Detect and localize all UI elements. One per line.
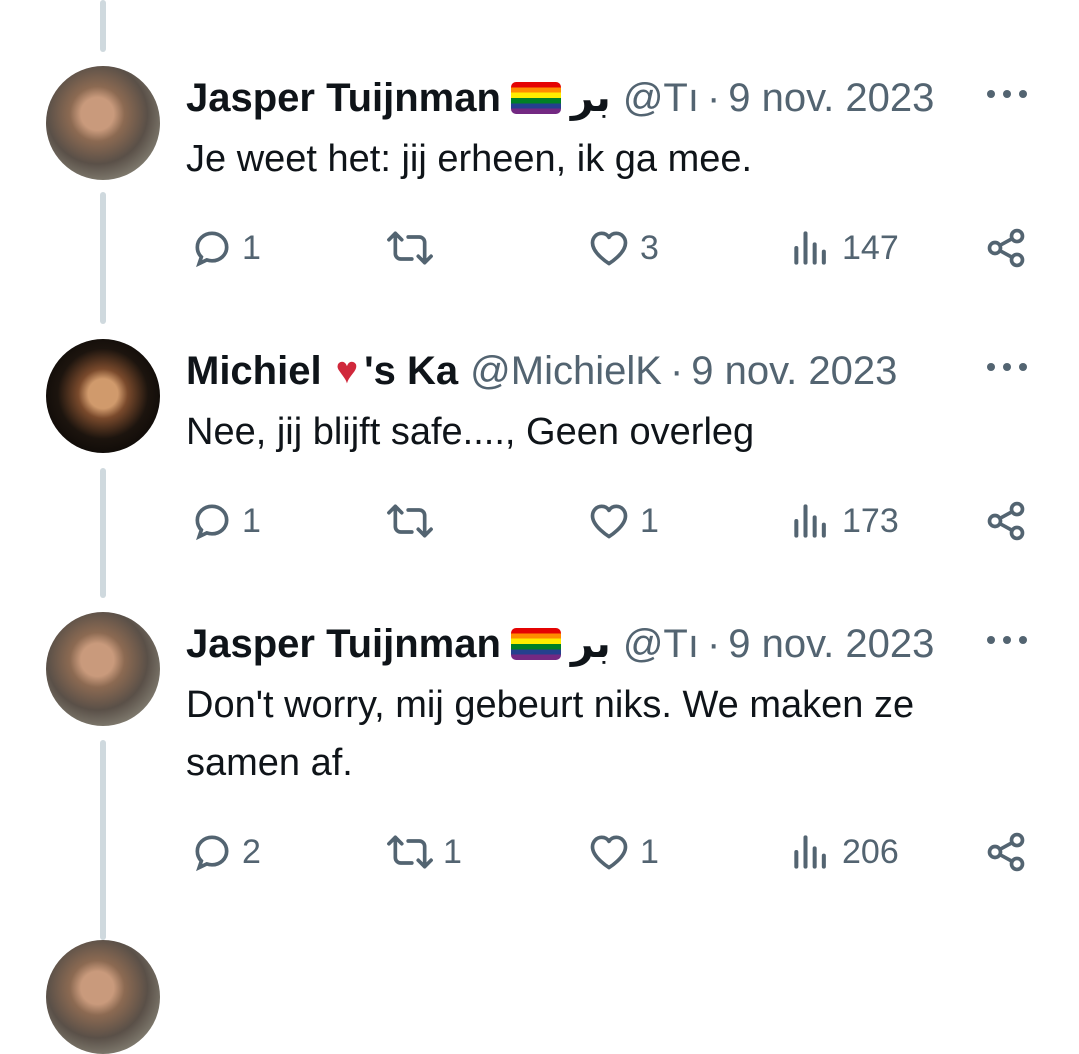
tweet-date[interactable]: 9 nov. 2023 [728, 622, 934, 667]
like-count: 1 [640, 501, 659, 540]
share-button[interactable] [984, 822, 1028, 882]
rainbow-flag-icon [510, 628, 561, 660]
tweet-text: Nee, jij blijft safe...., Geen overleg [186, 411, 755, 453]
tweet[interactable]: Michiel ♥ 's Ka @MichielK · 9 nov. 2023 … [0, 339, 1079, 579]
avatar[interactable] [46, 339, 160, 453]
retweet-button[interactable] [385, 491, 443, 551]
tweet-date[interactable]: 9 nov. 2023 [728, 76, 934, 121]
reply-count: 1 [242, 228, 261, 267]
view-count: 206 [842, 832, 899, 871]
avatar[interactable] [46, 612, 160, 726]
heart-outline-icon [590, 504, 628, 539]
author-name[interactable]: Jasper Tuijnman [186, 622, 501, 667]
like-count: 3 [640, 228, 659, 267]
share-icon [987, 228, 1025, 268]
reply-button[interactable]: 1 [190, 491, 261, 551]
author-name-extra: بر [570, 622, 611, 666]
like-button[interactable]: 3 [586, 218, 659, 278]
tweet-actions: 1 1 173 [0, 491, 1079, 551]
retweet-button[interactable] [385, 218, 443, 278]
tweet-header: Jasper Tuijnman بر @Tı · 9 nov. 2023 [186, 70, 1019, 126]
retweet-icon [387, 835, 433, 869]
reply-icon [195, 231, 229, 268]
reply-icon [195, 835, 229, 872]
author-name-extra: بر [570, 76, 611, 120]
tweet-actions: 1 3 147 [0, 218, 1079, 278]
tweet[interactable]: Jasper Tuijnman بر @Tı · 9 nov. 2023 Je … [0, 66, 1079, 306]
tweet-date[interactable]: 9 nov. 2023 [691, 349, 897, 394]
author-name-extra: 's Ka [364, 348, 459, 393]
tweet-text: Don't worry, mij gebeurt niks. We maken … [186, 684, 915, 784]
like-button[interactable]: 1 [586, 491, 659, 551]
tweet-header: Michiel ♥ 's Ka @MichielK · 9 nov. 2023 [186, 343, 1019, 399]
thread-line [100, 0, 106, 52]
more-options-icon[interactable] [987, 84, 1027, 104]
retweet-count: 1 [443, 832, 462, 871]
tweet-actions: 2 1 1 206 [0, 822, 1079, 882]
views-chart-icon [794, 835, 826, 869]
reply-count: 1 [242, 501, 261, 540]
reply-icon [195, 504, 229, 541]
more-options-icon[interactable] [987, 630, 1027, 650]
views-chart-icon [794, 231, 826, 265]
retweet-button[interactable]: 1 [385, 822, 462, 882]
view-count: 173 [842, 501, 899, 540]
heart-outline-icon [590, 231, 628, 266]
share-icon [987, 501, 1025, 541]
retweet-icon [387, 231, 433, 265]
tweet[interactable]: Jasper Tuijnman بر @Tı · 9 nov. 2023 Don… [0, 612, 1079, 912]
heart-outline-icon [590, 835, 628, 870]
views-button[interactable]: 173 [788, 491, 899, 551]
avatar[interactable] [46, 940, 160, 1054]
view-count: 147 [842, 228, 899, 267]
red-heart-icon: ♥ [335, 349, 359, 392]
more-options-icon[interactable] [987, 357, 1027, 377]
author-handle[interactable]: @Tı [623, 622, 699, 667]
views-chart-icon [794, 504, 826, 538]
reply-count: 2 [242, 832, 261, 871]
share-button[interactable] [984, 491, 1028, 551]
separator-dot: · [669, 348, 684, 393]
separator-dot: · [706, 621, 721, 666]
share-icon [987, 832, 1025, 872]
author-handle[interactable]: @MichielK [470, 349, 662, 394]
separator-dot: · [706, 75, 721, 120]
views-button[interactable]: 147 [788, 218, 899, 278]
reply-button[interactable]: 1 [190, 218, 261, 278]
author-name[interactable]: Michiel [186, 349, 322, 394]
tweet-header: Jasper Tuijnman بر @Tı · 9 nov. 2023 [186, 616, 1019, 672]
views-button[interactable]: 206 [788, 822, 899, 882]
like-count: 1 [640, 832, 659, 871]
avatar[interactable] [46, 66, 160, 180]
share-button[interactable] [984, 218, 1028, 278]
rainbow-flag-icon [510, 82, 561, 114]
tweet-text: Je weet het: jij erheen, ik ga mee. [186, 138, 753, 180]
retweet-icon [387, 504, 433, 538]
like-button[interactable]: 1 [586, 822, 659, 882]
author-handle[interactable]: @Tı [623, 76, 699, 121]
author-name[interactable]: Jasper Tuijnman [186, 76, 501, 121]
reply-button[interactable]: 2 [190, 822, 261, 882]
